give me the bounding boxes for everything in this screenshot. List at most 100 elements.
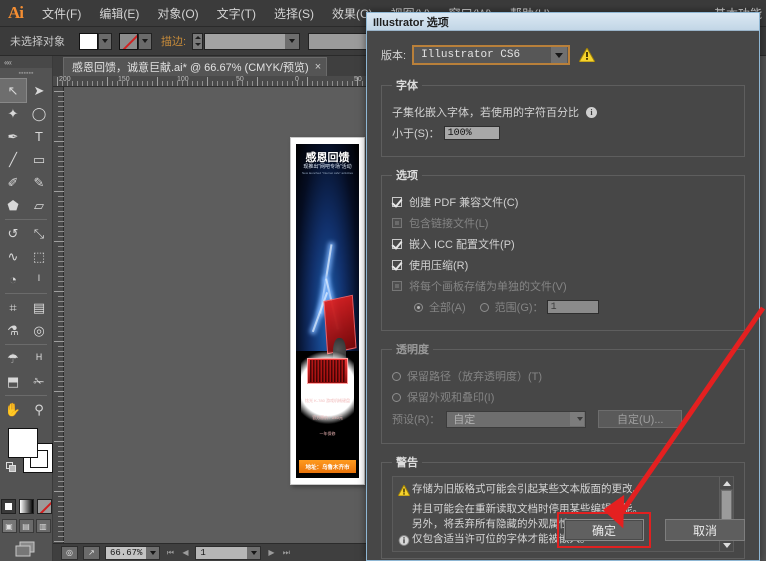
eraser-tool[interactable]: ▱ <box>26 194 52 217</box>
version-select[interactable]: Illustrator CS6 <box>412 45 571 65</box>
checkbox-pdf-compatible[interactable] <box>392 197 402 207</box>
canvas[interactable]: 感恩回馈 现推出“网吧专场”活动 New launched "Internet … <box>53 87 366 543</box>
option-row-pdf-compatible[interactable]: 创建 PDF 兼容文件(C) <box>392 194 734 210</box>
ruler-tick <box>58 106 64 107</box>
preset-label: 预设(R)： <box>392 414 441 426</box>
menu-select[interactable]: 选择(S) <box>265 1 323 26</box>
graph-tool[interactable]: ᴴ <box>26 347 52 370</box>
fonts-group: 字体 子集化嵌入字体，若使用的字符百分比 i 小于(S)： 100% <box>381 77 745 157</box>
gradient-mode-button[interactable] <box>18 499 34 514</box>
ok-button[interactable]: 确定 <box>564 519 644 541</box>
fill-swatch[interactable] <box>79 32 98 50</box>
drawing-mode-row: ▣ ▤ ▥ <box>0 519 52 533</box>
free-transform-tool[interactable]: ⬚ <box>26 245 52 268</box>
lasso-tool[interactable]: ◯ <box>26 102 52 125</box>
column-graph-tool[interactable]: ᴵ <box>26 268 52 291</box>
option-row-embed-icc[interactable]: 嵌入 ICC 配置文件(P) <box>392 236 734 252</box>
option-row-use-compression[interactable]: 使用压缩(R) <box>392 257 734 273</box>
chevron-down-icon[interactable] <box>247 546 261 559</box>
slice-tool[interactable]: ✁ <box>26 370 52 393</box>
document-tab[interactable]: 感恩回馈，诚意巨献.ai* @ 66.67% (CMYK/预览) × <box>63 57 328 76</box>
ok-button-highlight: 确定 <box>557 512 651 548</box>
gradient-tool[interactable]: ▤ <box>26 296 52 319</box>
menu-file[interactable]: 文件(F) <box>33 1 90 26</box>
rotate-tool[interactable]: ↺ <box>0 222 26 245</box>
line-segment-tool[interactable]: ╱ <box>0 148 26 171</box>
menu-edit[interactable]: 编辑(E) <box>90 1 148 26</box>
swap-fill-stroke-icon[interactable] <box>6 462 17 473</box>
toolbox-drag-handle[interactable]: ▪▪▪▪▪▪ <box>0 68 52 79</box>
stroke-weight-stepper[interactable] <box>192 32 204 50</box>
paintbrush-tool[interactable]: ✐ <box>0 171 26 194</box>
width-tool[interactable]: ∿ <box>0 245 26 268</box>
fonts-threshold-input[interactable]: 100% <box>443 126 500 140</box>
first-artboard-button[interactable]: ⏮ <box>165 548 175 558</box>
selection-tool[interactable]: ↖ <box>0 78 27 103</box>
vertical-ruler[interactable] <box>53 87 64 543</box>
option-label-embed-icc: 嵌入 ICC 配置文件(P) <box>409 239 515 251</box>
chevron-down-icon[interactable] <box>551 47 568 63</box>
cancel-button[interactable]: 取消 <box>665 519 745 541</box>
document-info-icon[interactable]: ◎ <box>61 545 78 560</box>
ruler-tick <box>207 77 208 86</box>
stroke-swatch[interactable] <box>119 32 138 50</box>
artboard[interactable]: 感恩回馈 现推出“网吧专场”活动 New launched "Internet … <box>290 137 365 485</box>
ruler-tick <box>58 506 64 507</box>
close-icon[interactable]: × <box>315 61 321 73</box>
menu-object[interactable]: 对象(O) <box>148 1 207 26</box>
symbol-sprayer-tool[interactable]: ☂ <box>0 347 26 370</box>
ruler-tick <box>58 161 64 162</box>
chevron-down-icon[interactable] <box>146 546 160 559</box>
direct-selection-tool[interactable]: ➤ <box>26 79 52 102</box>
pen-tool[interactable]: ✒ <box>0 125 26 148</box>
horizontal-ruler[interactable]: 200 150 100 50 0 50 <box>53 76 366 87</box>
stroke-weight-combo[interactable] <box>204 32 301 50</box>
mesh-tool[interactable]: ⌗ <box>0 296 26 319</box>
checkbox-embed-icc[interactable] <box>392 239 402 249</box>
hand-tool[interactable]: ✋ <box>0 398 26 421</box>
transparency-row-preserve-appearance: 保留外观和叠印(I) <box>392 389 734 405</box>
stroke-dropdown-icon[interactable] <box>138 32 152 50</box>
zoom-tool[interactable]: ⚲ <box>26 398 52 421</box>
fill-dropdown-icon[interactable] <box>98 32 112 50</box>
ruler-tick <box>58 281 64 282</box>
menu-type[interactable]: 文字(T) <box>208 1 265 26</box>
rectangle-tool[interactable]: ▭ <box>26 148 52 171</box>
zoom-level-value: 66.67% <box>110 547 143 558</box>
draw-inside-icon[interactable]: ▥ <box>35 519 51 533</box>
none-mode-button[interactable] <box>36 499 52 514</box>
checkbox-use-compression[interactable] <box>392 260 402 270</box>
artboard-range-input: 1 <box>546 300 599 314</box>
fill-color-box[interactable] <box>8 428 38 458</box>
warning-item: 存储为旧版格式可能会引起某些文本版面的更改。 <box>397 482 715 501</box>
artboard-tool[interactable]: ⬒ <box>0 370 26 393</box>
version-label: 版本: <box>381 50 407 62</box>
draw-behind-icon[interactable]: ▤ <box>18 519 34 533</box>
zoom-level-combo[interactable]: 66.67% <box>105 545 161 560</box>
blob-brush-tool[interactable]: ⬟ <box>0 194 26 217</box>
shape-builder-tool[interactable]: ◔ <box>0 268 26 291</box>
fonts-desc-row: 子集化嵌入字体，若使用的字符百分比 i <box>392 104 734 120</box>
ruler-tick <box>58 166 64 167</box>
next-artboard-button[interactable]: ▶ <box>266 548 276 557</box>
type-tool[interactable]: T <box>26 125 52 148</box>
last-artboard-button[interactable]: ⏭ <box>281 548 291 558</box>
info-icon[interactable]: i <box>586 106 597 118</box>
share-on-behance-icon[interactable]: ↗ <box>83 545 100 560</box>
chevron-down-icon[interactable] <box>285 33 300 49</box>
color-mode-button[interactable] <box>0 499 16 514</box>
draw-normal-icon[interactable]: ▣ <box>1 519 17 533</box>
change-screen-mode-icon[interactable] <box>15 541 37 559</box>
document-area: 感恩回馈，诚意巨献.ai* @ 66.67% (CMYK/预览) × 200 15… <box>53 56 366 561</box>
magic-wand-tool[interactable]: ✦ <box>0 102 26 125</box>
toolbox-collapse-handle[interactable]: «« <box>0 56 52 68</box>
scroll-up-icon[interactable] <box>720 477 733 489</box>
warning-icon <box>397 482 412 501</box>
eyedropper-tool[interactable]: ⚗ <box>0 319 26 342</box>
scale-tool[interactable]: ⤡ <box>26 222 52 245</box>
radio-preserve-paths <box>392 371 401 381</box>
blend-tool[interactable]: ◎ <box>26 319 52 342</box>
artboard-number-combo[interactable]: 1 <box>195 545 262 560</box>
pencil-tool[interactable]: ✎ <box>26 171 52 194</box>
prev-artboard-button[interactable]: ◀ <box>180 548 190 557</box>
